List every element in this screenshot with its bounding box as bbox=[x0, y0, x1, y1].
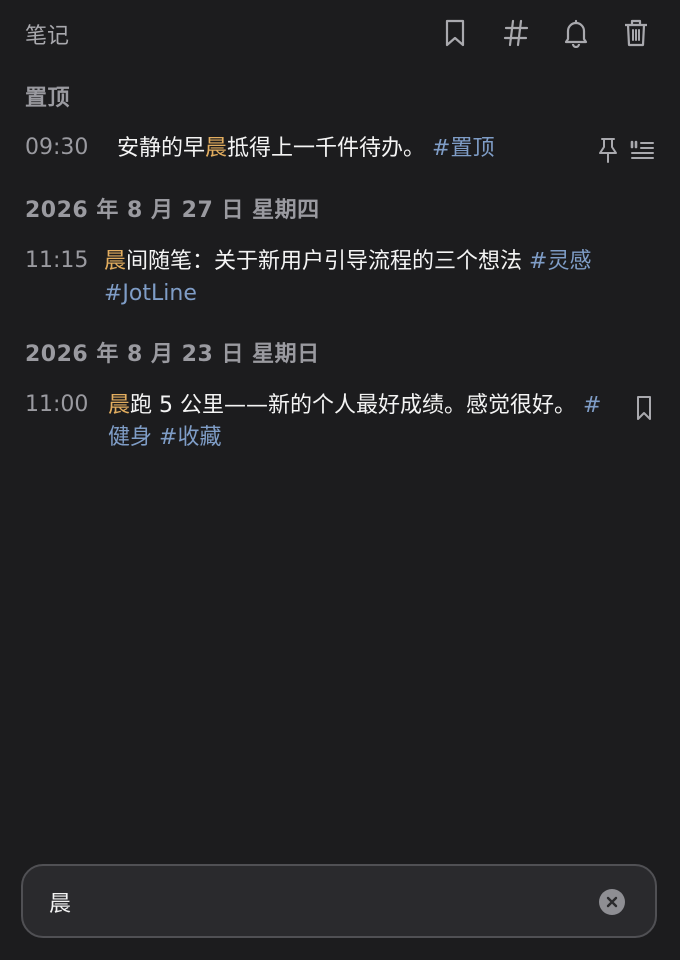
note-tag[interactable]: #灵感 bbox=[529, 249, 591, 274]
search-bar bbox=[21, 864, 657, 938]
note-tag[interactable]: #置顶 bbox=[432, 136, 494, 161]
section-header-date: 2026 年 8 月 23 日 星期日 bbox=[25, 342, 320, 367]
note-time: 09:30 bbox=[25, 135, 89, 160]
search-match-highlight: 晨 bbox=[104, 249, 127, 274]
search-input[interactable] bbox=[49, 886, 589, 918]
section-header-date: 2026 年 8 月 27 日 星期四 bbox=[25, 198, 320, 223]
clear-search-button[interactable] bbox=[599, 889, 625, 915]
header-bar: 笔记 bbox=[0, 0, 680, 68]
note-text: 安静的早 bbox=[117, 136, 206, 161]
search-match-highlight: 晨 bbox=[205, 136, 228, 161]
page-title: 笔记 bbox=[25, 24, 70, 49]
note-time: 11:00 bbox=[25, 392, 89, 417]
bookmark-icon[interactable] bbox=[440, 16, 470, 50]
quote-list-icon[interactable] bbox=[628, 136, 656, 164]
close-icon bbox=[606, 896, 618, 908]
note-time: 11:15 bbox=[25, 248, 89, 273]
hashtag-icon[interactable] bbox=[501, 16, 531, 50]
note-text: 间随笔：关于新用户引导流程的三个想法 bbox=[126, 249, 530, 274]
note-item[interactable]: 晨间随笔：关于新用户引导流程的三个想法 #灵感 #JotLine bbox=[104, 246, 654, 310]
bell-icon[interactable] bbox=[561, 16, 591, 50]
note-item[interactable]: 安静的早晨抵得上一千件待办。 #置顶 bbox=[117, 133, 587, 165]
bookmark-icon[interactable] bbox=[630, 394, 658, 422]
trash-icon[interactable] bbox=[621, 16, 651, 50]
note-tag[interactable]: #收藏 bbox=[159, 425, 221, 450]
pin-icon[interactable] bbox=[594, 136, 622, 164]
note-text: 跑 5 公里——新的个人最好成绩。感觉很好。 bbox=[130, 393, 583, 418]
section-header-pinned: 置顶 bbox=[25, 86, 71, 111]
search-match-highlight: 晨 bbox=[108, 393, 131, 418]
note-text: 抵得上一千件待办。 bbox=[227, 136, 433, 161]
note-tag[interactable]: #JotLine bbox=[104, 281, 197, 306]
note-item[interactable]: 晨跑 5 公里——新的个人最好成绩。感觉很好。 #健身 #收藏 bbox=[108, 390, 613, 454]
